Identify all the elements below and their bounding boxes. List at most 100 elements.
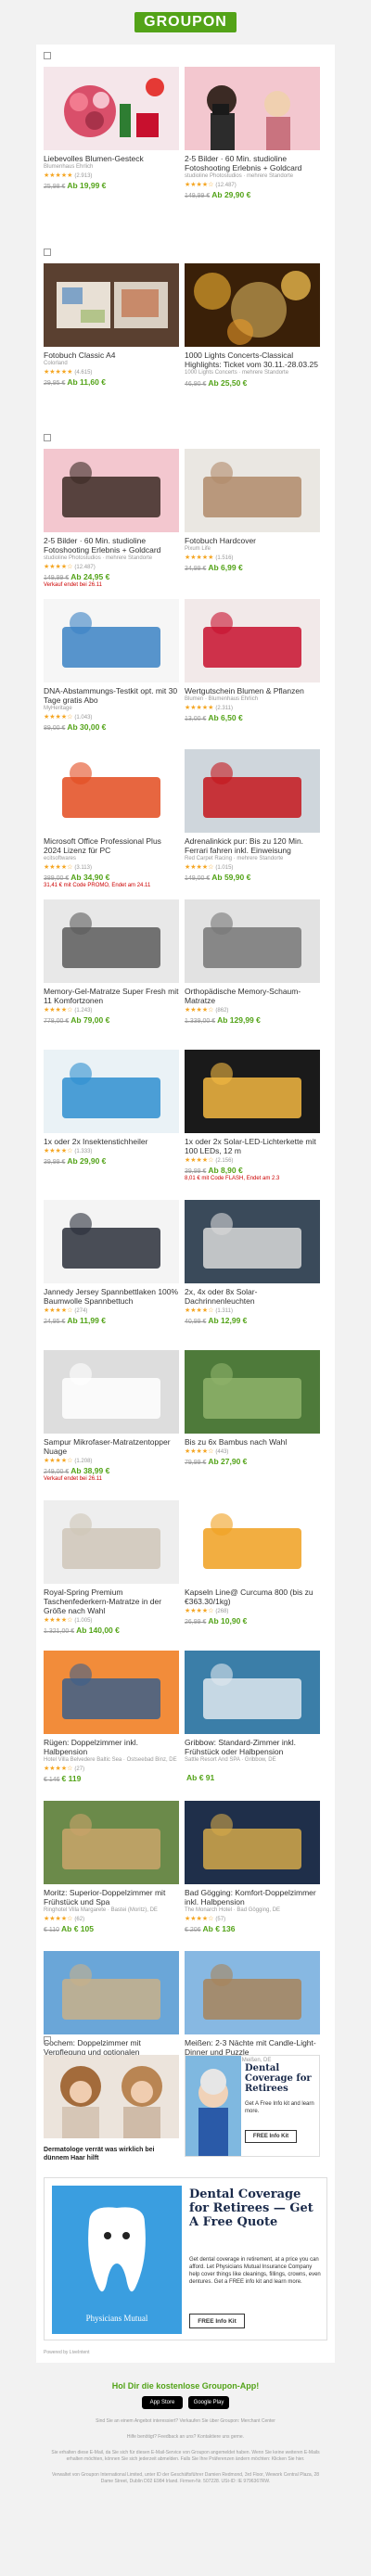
deal-card[interactable]: Sampur Mikrofaser-Matratzentopper Nuage ★… <box>44 1350 179 1482</box>
deal-card[interactable]: DNA-Abstammungs-Testkit opt. mit 30 Tage… <box>44 599 179 732</box>
deal-price: 39,99 € Ab 29,90 € <box>44 1156 107 1166</box>
deal-merchant: Ringhotel Villa Margarete · Bastei (Mori… <box>44 1907 158 1913</box>
deal-rating: ★★★★☆ (1.208) <box>44 1458 93 1464</box>
ad-hair[interactable]: Dermatologe verrät was wirklich bei dünn… <box>44 2055 179 2162</box>
deal-price: € 110 Ab € 105 <box>44 1924 94 1933</box>
ad-large-text: Get dental coverage in retirement, at a … <box>189 2257 321 2285</box>
ad-dental-button[interactable]: FREE Info Kit <box>245 2130 297 2143</box>
deal-price: 26,99 € Ab 10,90 € <box>185 1616 248 1626</box>
ad-dental-small[interactable]: Dental Coverage for Retirees Get A Free … <box>185 2055 320 2157</box>
deal-image <box>185 1500 320 1584</box>
deal-image <box>44 1651 179 1734</box>
deal-price: 89,00 € Ab 30,00 € <box>44 722 107 732</box>
deal-rating: ★★★★★ (1.516) <box>185 555 234 561</box>
deal-card[interactable]: 2-5 Bilder · 60 Min. studioline Fotoshoo… <box>185 67 320 199</box>
deal-title: 1x oder 2x Solar-LED-Lichterkette mit 10… <box>185 1137 316 1155</box>
deal-price: 79,99 € Ab 27,90 € <box>185 1457 248 1466</box>
deal-title: Meißen: 2-3 Nächte mit Candle-Light-Dinn… <box>185 2038 316 2057</box>
deal-image <box>44 899 179 983</box>
deal-card[interactable]: 1x oder 2x Solar-LED-Lichterkette mit 10… <box>185 1050 320 1181</box>
deal-card[interactable]: Orthopädische Memory-Schaum-Matratze ★★★★… <box>185 899 320 1025</box>
deal-rating: ★★★★★ (4.615) <box>44 369 93 376</box>
ad-attribution[interactable]: Powered by LiveIntent <box>44 2350 89 2355</box>
deal-price: € 146 € 119 <box>44 1774 82 1783</box>
deal-title: DNA-Abstammungs-Testkit opt. mit 30 Tage… <box>44 686 178 705</box>
deal-price: 1.339,00 € Ab 129,99 € <box>185 1015 261 1025</box>
deal-title: Orthopädische Memory-Schaum-Matratze <box>185 987 301 1005</box>
deal-image <box>185 1200 320 1283</box>
deal-merchant: Hotel Villa Belvedere Baltic Sea · Ostse… <box>44 1757 177 1763</box>
ad-large-button[interactable]: FREE Info Kit <box>189 2314 245 2328</box>
deal-card[interactable]: Fotobuch Hardcover Pixum Life ★★★★★ (1.516)… <box>185 449 320 572</box>
deal-card[interactable]: Moritz: Superior-Doppelzimmer mit Frühst… <box>44 1801 179 1933</box>
deal-image <box>185 1050 320 1133</box>
deal-price: 13,00 € Ab 6,50 € <box>185 713 243 722</box>
deal-image <box>185 1350 320 1434</box>
groupon-logo[interactable]: GROUPON <box>134 12 237 32</box>
deal-card[interactable]: Rügen: Doppelzimmer inkl. Halbpension Hot… <box>44 1651 179 1783</box>
deal-rating: ★★★★☆ (1.333) <box>44 1148 93 1154</box>
deal-card[interactable]: Liebevolles Blumen-Gesteck Blumenhaus Eh… <box>44 67 179 190</box>
deal-price: 1.321,00 € Ab 140,00 € <box>44 1626 120 1635</box>
deal-card[interactable]: Bis zu 6x Bambus nach Wahl ★★★★☆ (443) 79,9… <box>185 1350 320 1466</box>
deal-card[interactable]: Jannedy Jersey Spannbettlaken 100% Baumw… <box>44 1200 179 1325</box>
deal-card[interactable]: Microsoft Office Professional Plus 2024 … <box>44 749 179 888</box>
deal-card[interactable]: Kapseln Line@ Curcuma 800 (bis zu €363.3… <box>185 1500 320 1626</box>
deal-promo: Verkauf endet bei 26.11 <box>44 1476 102 1482</box>
email-footer: Hol Dir die kostenlose Groupon-App! App … <box>0 2374 371 2485</box>
ad-dental-large[interactable]: Physicians Mutual Dental Coverage for Re… <box>44 2177 327 2340</box>
deal-title: Microsoft Office Professional Plus 2024 … <box>44 836 161 855</box>
deal-card[interactable]: Memory-Gel-Matratze Super Fresh mit 11 K… <box>44 899 179 1025</box>
deal-merchant: studioline Photostudios · mehrere Stando… <box>185 173 294 179</box>
deal-rating: ★★★★☆ (862) <box>185 1007 229 1014</box>
deal-card[interactable]: 1x oder 2x Insektenstichheiler ★★★★☆ (1.33… <box>44 1050 179 1166</box>
deal-rating: ★★★★☆ (274) <box>44 1307 88 1314</box>
deal-title: 1000 Lights Concerts-Classical Highlight… <box>185 351 318 369</box>
deal-image-concert <box>185 263 320 347</box>
deal-card[interactable]: 1000 Lights Concerts-Classical Highlight… <box>185 263 320 388</box>
ad-image-hair <box>44 2055 179 2138</box>
footer-merchant-text: Sind Sie an einem Angebot interessiert? … <box>96 2418 275 2424</box>
deal-title: Royal-Spring Premium Taschenfederkern-Ma… <box>44 1588 162 1615</box>
deal-title: Liebevolles Blumen-Gesteck <box>44 154 144 163</box>
deal-image-photoshoot <box>185 67 320 150</box>
deal-card[interactable]: Bad Gögging: Komfort-Doppelzimmer inkl. … <box>185 1801 320 1933</box>
deal-title: Sampur Mikrofaser-Matratzentopper Nuage <box>44 1437 171 1456</box>
deal-title: Gribbow: Standard-Zimmer inkl. Frühstück… <box>185 1738 296 1756</box>
deal-rating: ★★★★☆ (1.015) <box>185 864 234 871</box>
broken-image-icon <box>44 2036 51 2044</box>
app-store-button[interactable]: App Store <box>142 2396 183 2409</box>
deal-price: 39,99 € Ab 8,90 € <box>185 1166 243 1175</box>
deal-rating: ★★★★☆ (27) <box>44 1766 85 1772</box>
deal-image <box>185 599 320 682</box>
deal-title: 2-5 Bilder · 60 Min. studioline Fotoshoo… <box>185 154 302 172</box>
deal-card[interactable]: Fotobuch Classic A4 Colorland ★★★★★ (4.61… <box>44 263 179 387</box>
deal-title: 2-5 Bilder · 60 Min. studioline Fotoshoo… <box>44 536 161 555</box>
footer-help-text: Hilfe benötigt? Feedback an uns? Kontakt… <box>126 2434 245 2440</box>
deal-title: Memory-Gel-Matratze Super Fresh mit 11 K… <box>44 987 179 1005</box>
deal-image <box>185 1801 320 1884</box>
deal-card[interactable]: Gribbow: Standard-Zimmer inkl. Frühstück… <box>185 1651 320 1782</box>
deal-image <box>44 1500 179 1584</box>
deal-card[interactable]: 2x, 4x oder 8x Solar-Dachrinnenleuchten ★… <box>185 1200 320 1325</box>
footer-legal-text: Verwaltet von Groupon International Limi… <box>51 2472 320 2484</box>
deal-merchant: 1000 Lights Concerts · mehrere Standorte <box>185 370 289 376</box>
deal-title: 1x oder 2x Insektenstichheiler <box>44 1137 148 1146</box>
deal-price: 249,00 € Ab 38,99 € <box>44 1466 110 1475</box>
deal-price: Ab € 91 <box>186 1773 215 1782</box>
deal-merchant: The Monarch Hotel · Bad Gögging, DE <box>185 1907 281 1913</box>
google-play-button[interactable]: Google Play <box>188 2396 229 2409</box>
deal-card[interactable]: Adrenalinkick pur: Bis zu 120 Min. Ferra… <box>185 749 320 882</box>
deal-card[interactable]: Wertgutschein Blumen & Pflanzen Blumen · … <box>185 599 320 722</box>
deal-price: 40,99 € Ab 12,99 € <box>185 1316 248 1325</box>
deal-card[interactable]: 2-5 Bilder · 60 Min. studioline Fotoshoo… <box>44 449 179 588</box>
deal-price: 24,95 € Ab 11,99 € <box>44 1316 106 1325</box>
email-body: Liebevolles Blumen-Gesteck Blumenhaus Eh… <box>36 45 335 2363</box>
ad-dental-title: Dental Coverage for Retirees <box>245 2063 312 2094</box>
deal-rating: ★★★★☆ (1.005) <box>44 1617 93 1624</box>
deal-card[interactable]: Royal-Spring Premium Taschenfederkern-Ma… <box>44 1500 179 1635</box>
ad-caption: Dermatologe verrät was wirklich bei dünn… <box>44 2147 155 2162</box>
deal-rating: ★★★★☆ (1.243) <box>44 1007 93 1014</box>
deal-rating: ★★★★☆ (3.113) <box>44 864 92 871</box>
deal-image <box>44 1951 179 2034</box>
